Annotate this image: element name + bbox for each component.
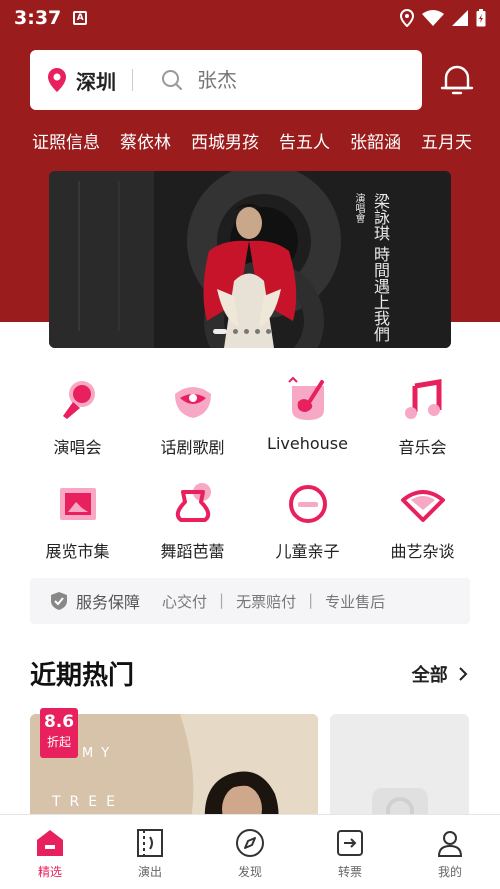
status-time: 3:37 [14, 7, 62, 29]
tab-label: 我的 [437, 865, 462, 879]
category-label: 展览市集 [45, 542, 110, 561]
battery-icon [476, 9, 486, 27]
tab-profile[interactable]: 我的 [400, 815, 500, 889]
hot-tag[interactable]: 西城男孩 [191, 128, 259, 153]
theater-mask-icon [174, 387, 211, 418]
banner-subtitle: 演唱會 [353, 193, 364, 223]
carousel-dot[interactable] [266, 329, 271, 334]
see-all-label: 全部 [411, 665, 448, 686]
status-bar: 3:37 A [0, 0, 500, 36]
fan-icon [400, 490, 445, 522]
carousel-dot[interactable] [233, 329, 238, 334]
city-selector[interactable]: 深圳 [76, 66, 116, 95]
compass-icon [236, 829, 264, 857]
home-icon [37, 830, 63, 856]
chevron-right-icon [459, 667, 468, 681]
hot-tag[interactable]: 告五人 [279, 128, 330, 153]
event-card-loading[interactable] [330, 714, 469, 824]
service-item: 无票赔付 [236, 592, 297, 611]
category-label: Livehouse [267, 434, 348, 453]
location-status-icon [400, 9, 414, 27]
category-exhibition[interactable]: 展览市集 [20, 480, 135, 562]
category-label: 舞蹈芭蕾 [160, 542, 225, 561]
carousel-dot[interactable] [244, 329, 249, 334]
tab-featured[interactable]: 精选 [0, 815, 100, 889]
banner-title: 梁詠琪 時間遇上我們 演唱會 [331, 193, 391, 343]
tab-discover[interactable]: 发现 [200, 815, 300, 889]
search-icon [162, 70, 182, 90]
discount-suffix: 折起 [46, 735, 71, 749]
guitar-icon [287, 376, 324, 420]
picture-frame-icon [59, 488, 96, 520]
tab-label: 精选 [37, 865, 62, 879]
category-label: 曲艺杂谈 [390, 542, 455, 561]
service-items: 心交付 | 无票赔付 | 专业售后 [162, 591, 385, 612]
section-title: 近期热门 [30, 661, 135, 691]
search-divider [132, 69, 133, 91]
tab-shows[interactable]: 演出 [100, 815, 200, 889]
service-item: 专业售后 [325, 592, 386, 611]
promo-banner[interactable]: 梁詠琪 時間遇上我們 演唱會 [49, 171, 451, 348]
music-note-icon [404, 379, 441, 419]
signal-icon [452, 10, 468, 26]
transfer-icon [337, 830, 363, 856]
status-icons [400, 9, 486, 27]
carousel-dot[interactable] [255, 329, 260, 334]
ticket-icon [137, 829, 163, 857]
banner-title-line: 梁詠琪 [371, 193, 390, 241]
discount-value: 8.6 [43, 712, 75, 732]
service-title: 服务保障 [76, 593, 141, 612]
see-all-link[interactable]: 全部 [412, 661, 468, 687]
discount-badge: 8.6 折起 [40, 708, 78, 758]
hot-tag[interactable]: 证照信息 [32, 128, 100, 153]
bell-icon[interactable] [440, 62, 474, 98]
tab-label: 演出 [137, 865, 162, 879]
banner-title-line: 時間遇上我們 [371, 246, 390, 343]
search-input[interactable] [197, 68, 347, 92]
service-divider: | [308, 590, 314, 609]
category-dance-ballet[interactable]: 舞蹈芭蕾 [135, 480, 250, 562]
tab-label: 发现 [237, 865, 262, 879]
hot-tag[interactable]: 蔡依林 [120, 128, 171, 153]
category-label: 话剧歌剧 [160, 438, 225, 457]
category-label: 音乐会 [398, 438, 447, 457]
carousel-dot-active[interactable] [213, 329, 227, 334]
service-divider: | [219, 590, 225, 609]
ballet-skirt-icon [175, 483, 211, 522]
category-label: 演唱会 [53, 438, 102, 457]
hot-tag[interactable]: 张韶涵 [350, 128, 401, 153]
kid-icon [288, 485, 327, 523]
category-grid: 演唱会 话剧歌剧 Livehouse 音乐会 展览市集 舞蹈芭蕾 儿童亲子 曲艺… [20, 376, 480, 562]
tab-label: 转票 [337, 865, 362, 879]
category-kids[interactable]: 儿童亲子 [250, 480, 365, 562]
service-guarantee-bar[interactable]: 服务保障 心交付 | 无票赔付 | 专业售后 [30, 578, 470, 624]
microphone-icon [62, 381, 95, 419]
hot-tag[interactable]: 五月天 [421, 128, 472, 153]
hot-search-tags: 证照信息 蔡依林 西城男孩 告五人 张韶涵 五月天 [32, 128, 472, 153]
category-folk-art[interactable]: 曲艺杂谈 [365, 480, 480, 562]
carousel-indicator [213, 329, 271, 334]
card-art-text: TREE [52, 794, 124, 810]
category-livehouse[interactable]: Livehouse [250, 376, 365, 458]
category-concert[interactable]: 演唱会 [20, 376, 135, 458]
search-bar[interactable]: 深圳 [30, 50, 422, 110]
tab-resale[interactable]: 转票 [300, 815, 400, 889]
shield-icon [51, 592, 67, 610]
bottom-tab-bar: 精选 演出 发现 转票 我的 [0, 814, 500, 889]
card-art-text: MY [82, 746, 118, 761]
notification-icon: A [73, 11, 88, 25]
category-label: 儿童亲子 [275, 542, 340, 561]
wifi-icon [422, 10, 444, 26]
category-music-concert[interactable]: 音乐会 [365, 376, 480, 458]
user-icon [437, 831, 463, 857]
category-drama-opera[interactable]: 话剧歌剧 [135, 376, 250, 458]
location-pin-icon [48, 68, 66, 92]
service-item: 心交付 [162, 592, 208, 611]
